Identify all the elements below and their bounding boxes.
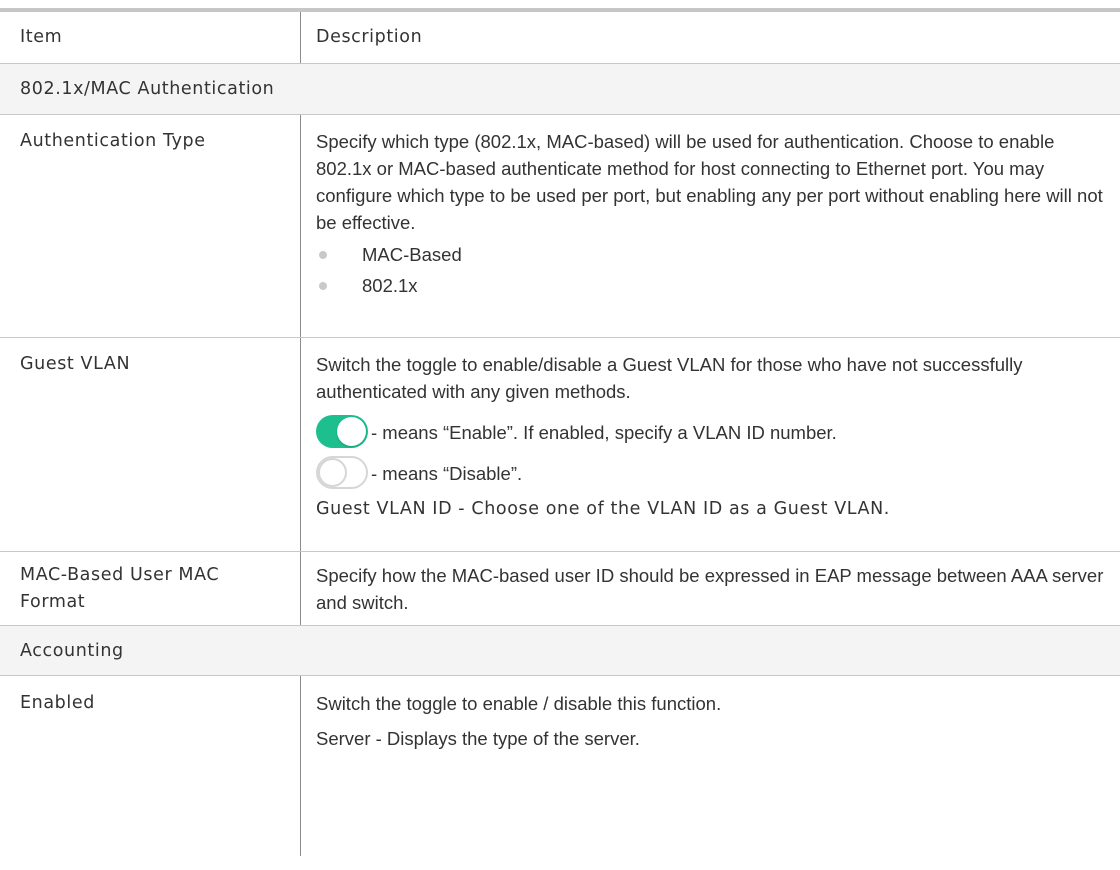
toggle-on-text: - means “Enable”. If enabled, specify a … xyxy=(371,422,837,443)
list-item: 802.1x xyxy=(316,270,1110,301)
table-row-mac-format: MAC-Based User MAC Format Specify how th… xyxy=(0,552,1120,626)
desc-guest-vlan-text: Switch the toggle to enable/disable a Gu… xyxy=(316,354,1023,402)
item-mac-format: MAC-Based User MAC Format xyxy=(0,552,300,625)
table-row-auth-type: Authentication Type Specify which type (… xyxy=(0,115,1120,338)
bullet-icon xyxy=(319,281,327,290)
section-accounting: Accounting xyxy=(0,626,1120,676)
header-item: Item xyxy=(20,27,63,47)
section-auth: 802.1x/MAC Authentication xyxy=(0,64,1120,115)
toggle-on-line: - means “Enable”. If enabled, specify a … xyxy=(316,407,1110,448)
toggle-on-icon xyxy=(316,415,368,448)
table-row-enabled: Enabled Switch the toggle to enable / di… xyxy=(0,676,1120,856)
desc-mac-format: Specify how the MAC-based user ID should… xyxy=(300,552,1120,625)
desc-auth-type-text: Specify which type (802.1x, MAC-based) w… xyxy=(316,131,1103,233)
list-item: MAC-Based xyxy=(316,239,1110,270)
item-enabled: Enabled xyxy=(20,693,95,713)
description-table: Item Description 802.1x/MAC Authenticati… xyxy=(0,8,1120,856)
item-mac-format-line1: MAC-Based User MAC xyxy=(20,565,220,585)
desc-enabled: Switch the toggle to enable / disable th… xyxy=(300,676,1120,856)
item-auth-type: Authentication Type xyxy=(20,131,206,151)
desc-enabled-text: Switch the toggle to enable / disable th… xyxy=(316,693,722,714)
guest-vlan-id-text: Guest VLAN ID - Choose one of the VLAN I… xyxy=(316,499,890,519)
desc-server-text: Server - Displays the type of the server… xyxy=(316,728,640,749)
toggle-off-text: - means “Disable”. xyxy=(371,463,523,484)
table-header-row: Item Description xyxy=(0,12,1120,64)
toggle-off-line: - means “Disable”. xyxy=(316,448,1110,489)
bullet-8021x: 802.1x xyxy=(362,275,418,296)
item-mac-format-line2: Format xyxy=(20,592,86,612)
bullet-mac-based: MAC-Based xyxy=(362,244,462,265)
desc-auth-type: Specify which type (802.1x, MAC-based) w… xyxy=(300,115,1120,337)
desc-guest-vlan: Switch the toggle to enable/disable a Gu… xyxy=(300,338,1120,551)
header-description: Description xyxy=(300,12,1120,63)
bullet-icon xyxy=(319,250,327,259)
table-row-guest-vlan: Guest VLAN Switch the toggle to enable/d… xyxy=(0,338,1120,552)
toggle-off-icon xyxy=(316,456,368,489)
item-guest-vlan: Guest VLAN xyxy=(20,354,131,374)
